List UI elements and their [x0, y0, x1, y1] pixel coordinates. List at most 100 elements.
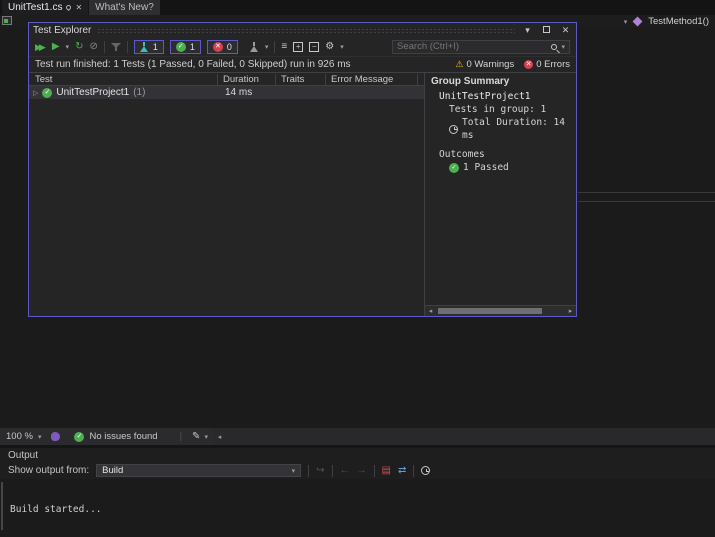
word-wrap-icon[interactable]: ⇄ — [398, 465, 406, 476]
run-all-tests-button[interactable]: ▶▶ — [35, 42, 46, 52]
output-source-dropdown[interactable]: Build ▾ — [96, 464, 302, 477]
output-panel-title: Output — [8, 449, 39, 461]
ide-status-icon[interactable] — [51, 432, 61, 441]
filter-icon[interactable] — [110, 42, 121, 52]
toolbar-separator — [413, 464, 415, 477]
scroll-right-icon[interactable]: ▸ — [565, 307, 576, 315]
show-output-from-label: Show output from: — [8, 465, 90, 476]
group-summary-header: Group Summary — [431, 76, 510, 87]
scrollbar-thumb[interactable] — [438, 308, 542, 314]
editor-splitter-line — [578, 192, 715, 193]
output-log[interactable]: Build started... 1>------ Build started:… — [0, 479, 715, 537]
expander-icon[interactable]: ▷ — [33, 89, 38, 97]
toolbar-separator — [274, 40, 276, 53]
cancel-run-button[interactable]: ⊘ — [89, 41, 97, 52]
code-cleanup-dropdown-icon[interactable]: ▾ — [204, 433, 208, 441]
next-message-icon[interactable]: → — [357, 465, 367, 476]
flask-icon — [139, 41, 149, 52]
warnings-count[interactable]: 0 Warnings — [467, 58, 515, 71]
tab-whats-new[interactable]: What's New? — [89, 0, 160, 15]
test-passed-icon: ✓ — [42, 87, 53, 98]
editor-horizontal-scrollbar[interactable]: ◂ — [213, 428, 715, 445]
member-dropdown[interactable]: TestMethod1() — [648, 16, 709, 27]
test-explorer-toolbar: ▶▶ ▶ ▾ ↻ ⊘ 1 ✓ 1 ✕ 0 ▾ ≡ + − ⚙ ▾ Search … — [29, 37, 576, 57]
settings-gear-icon[interactable]: ⚙ — [325, 41, 334, 52]
failed-tests-filter-button[interactable]: ✕ 0 — [206, 39, 238, 54]
expand-all-icon[interactable]: + — [293, 41, 304, 52]
passed-check-icon: ✓ — [449, 162, 459, 173]
output-scrollbar[interactable] — [1, 482, 3, 530]
window-title: Test Explorer — [33, 24, 92, 36]
close-window-icon[interactable]: ✕ — [559, 24, 572, 36]
timestamp-clock-icon[interactable] — [421, 466, 431, 475]
tab-label: What's New? — [95, 2, 154, 13]
run-button[interactable]: ▶ — [52, 41, 60, 52]
column-test[interactable]: Test — [35, 74, 52, 85]
test-explorer-content: Test Duration Traits Error Message ▷ ✓ U… — [29, 73, 576, 316]
chevron-down-icon[interactable]: ▾ — [624, 18, 628, 26]
method-icon — [632, 16, 643, 27]
test-hierarchy-icon[interactable]: ≡ — [281, 41, 287, 52]
output-panel: Output Show output from: Build ▾ ↪ ← → ▤… — [0, 448, 715, 537]
editor-status-bar: 100 % ▾ ✓ No issues found | ✎ ▾ ◂ — [0, 428, 715, 445]
passed-tests-filter-button[interactable]: ✓ 1 — [169, 39, 201, 54]
drag-grip[interactable] — [97, 27, 515, 33]
test-run-status-bar: Test run finished: 1 Tests (1 Passed, 0 … — [29, 57, 576, 73]
passed-check-icon: ✓ — [175, 41, 186, 52]
repeat-last-run-button[interactable]: ↻ — [75, 41, 83, 52]
run-dropdown-icon[interactable]: ▾ — [66, 43, 70, 51]
scroll-left-icon[interactable]: ◂ — [425, 307, 436, 315]
visual-studio-window: UnitTest1.cs ✕ What's New? ▾ TestMethod1… — [0, 0, 715, 537]
goto-message-icon[interactable]: ↪ — [316, 465, 324, 476]
total-tests-filter-button[interactable]: 1 — [133, 39, 164, 54]
column-duration[interactable]: Duration — [223, 74, 259, 85]
summary-horizontal-scrollbar[interactable]: ◂ ▸ — [425, 305, 576, 316]
health-check-icon: ✓ — [74, 431, 85, 442]
column-error-message[interactable]: Error Message — [331, 74, 393, 85]
collapse-all-icon[interactable]: − — [309, 41, 320, 52]
test-explorer-titlebar[interactable]: Test Explorer ▾ ✕ — [29, 23, 576, 37]
tab-label: UnitTest1.cs — [8, 2, 63, 13]
editor-splitter-line — [578, 201, 715, 202]
document-tab-bar: UnitTest1.cs ✕ What's New? — [0, 0, 715, 15]
test-list-pane: Test Duration Traits Error Message ▷ ✓ U… — [29, 73, 425, 316]
search-dropdown-icon[interactable]: ▾ — [561, 43, 565, 51]
group-by-icon[interactable] — [249, 41, 259, 52]
summary-tests-in-group: Tests in group: 1 — [449, 104, 547, 115]
window-position-icon[interactable]: ▾ — [521, 24, 534, 36]
clear-all-icon[interactable]: ▤ — [382, 465, 391, 476]
previous-message-icon[interactable]: ← — [340, 465, 350, 476]
toolbar-separator — [308, 464, 310, 477]
code-cleanup-pen-icon[interactable]: ✎ — [192, 431, 200, 442]
scroll-left-icon[interactable]: ◂ — [214, 433, 225, 441]
errors-count[interactable]: 0 Errors — [536, 58, 570, 71]
error-icon: ✕ — [524, 60, 534, 69]
pin-icon[interactable] — [65, 3, 73, 12]
summary-total-duration: Total Duration: 14 ms — [462, 117, 565, 141]
output-line: Build started... — [10, 504, 102, 515]
clock-icon — [449, 124, 458, 134]
outcomes-header: Outcomes — [439, 149, 485, 160]
toolbar-separator — [331, 464, 333, 477]
failed-x-icon: ✕ — [212, 41, 223, 52]
zoom-dropdown-icon[interactable]: ▾ — [38, 433, 42, 441]
tab-unittest1[interactable]: UnitTest1.cs ✕ — [2, 0, 89, 15]
test-count: (1) — [133, 87, 146, 98]
column-traits[interactable]: Traits — [281, 74, 304, 85]
summary-group-name: UnitTestProject1 — [439, 91, 531, 102]
settings-dropdown-icon[interactable]: ▾ — [340, 43, 344, 51]
document-window-icon — [2, 16, 12, 25]
zoom-level[interactable]: 100 % — [0, 431, 33, 442]
outcome-passed: 1 Passed — [463, 162, 509, 173]
toolbar-separator — [126, 40, 128, 53]
maximize-icon[interactable] — [540, 24, 553, 36]
close-tab-icon[interactable]: ✕ — [75, 3, 82, 12]
health-status-text[interactable]: No issues found — [89, 431, 157, 442]
search-box[interactable]: ▾ — [392, 39, 570, 54]
search-icon[interactable] — [551, 43, 558, 50]
test-run-status-text: Test run finished: 1 Tests (1 Passed, 0 … — [35, 59, 351, 70]
test-row-unittestproject1[interactable]: ▷ ✓ UnitTestProject1 (1) 14 ms — [29, 86, 424, 99]
output-toolbar: Show output from: Build ▾ ↪ ← → ▤ ⇄ — [0, 462, 715, 479]
group-by-dropdown-icon[interactable]: ▾ — [265, 43, 269, 51]
search-input[interactable] — [397, 41, 548, 52]
